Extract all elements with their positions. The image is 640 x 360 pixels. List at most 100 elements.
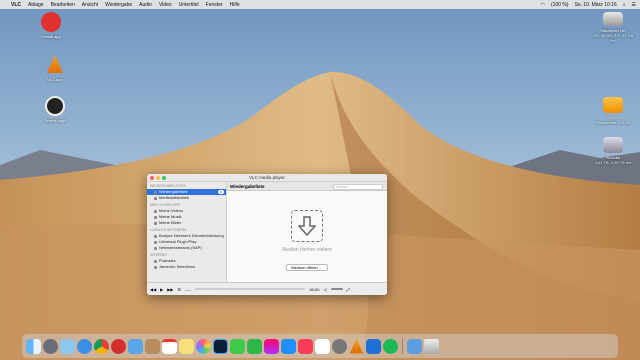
jamendo-icon [154,265,157,269]
playlist-icon [154,190,157,194]
sidebar-section-header: Internet [150,253,168,257]
network-drive-icon [603,137,623,153]
download-arrow-icon [298,216,316,236]
desktop-icon-sublabel: 4,61 TB, 3,35 TB frei [594,160,632,165]
video-icon [154,209,157,213]
play-icon[interactable]: ▶ [160,287,163,292]
sidebar-item-label: Meine Bilder [159,220,182,225]
vlc-sidebar: Wiedergabelisten Wiedergabeliste 0 Medie… [147,182,227,282]
forward-icon[interactable]: ▶▶ [167,287,173,292]
calendar-icon[interactable] [162,338,177,354]
contacts-icon[interactable] [145,338,160,354]
clock[interactable]: So. 10. März 10:16 [574,2,616,8]
menu-hilfe[interactable]: Hilfe [230,2,240,8]
pictures-icon [154,221,157,225]
notification-center-icon[interactable]: ☰ [632,2,636,8]
playlist-title: Wiedergabeliste [230,184,265,189]
desktop-icon-label: Vivaldi.app [41,34,61,39]
battery-status[interactable]: (100 %) [551,2,569,8]
reminders-icon[interactable] [315,338,330,354]
menu-bar: VLC Ablage Bearbeiten Ansicht Wiedergabe… [0,0,640,9]
launchpad-icon[interactable] [43,338,58,354]
desktop-icon-vlc[interactable]: VLC.app [32,55,78,82]
photoshop-icon[interactable] [213,338,228,354]
system-preferences-icon[interactable] [332,338,347,354]
drop-zone[interactable] [291,210,323,242]
search-input[interactable]: Suchen [333,183,383,190]
icloud-icon[interactable] [60,338,75,354]
network-icon [154,234,157,238]
sidebar-item-label: Medienbibliothek [159,195,190,200]
facetime-icon[interactable] [247,338,262,354]
open-media-button[interactable]: Medium öffnen … [286,264,328,271]
sidebar-item-label: Netzwerkstreams (SAP) [159,245,202,250]
menu-wiedergabe[interactable]: Wiedergabe [105,2,132,8]
phone-icon [45,96,65,116]
vlc-cone-icon [47,55,63,73]
menu-app-name[interactable]: VLC [11,2,21,8]
playlist-area[interactable]: Wiedergabeliste Suchen Medien hierher zi… [227,182,387,282]
desktop-icon-sublabel: 499,96 GB, 371,31 GB frei [592,33,634,43]
desktop-icon-label: VLC.app [47,77,63,82]
spotify-icon[interactable] [383,338,398,354]
playback-controls: ◀◀ ▶ ▶▶ ☰ --:-- 00:00 ◁ ⤢ [147,282,387,295]
zoom-button[interactable] [162,176,166,180]
network-icon [154,240,157,244]
sidebar-section-header: Wiedergabelisten [150,184,186,188]
time-elapsed: --:-- [184,286,192,292]
volume-slider[interactable] [330,288,343,290]
desktop-icon-macintosh-hd[interactable]: Macintosh HD 499,96 GB, 371,31 GB frei [590,12,636,43]
menu-bearbeiten[interactable]: Bearbeiten [51,2,75,8]
wifi-icon[interactable]: ◠ [541,2,545,8]
desktop-icon-vivaldi[interactable]: Vivaldi.app [28,12,74,39]
music-icon [154,215,157,219]
progress-slider[interactable] [195,288,306,290]
volume-icon[interactable]: ◁ [323,287,326,292]
close-button[interactable] [150,176,154,180]
keynote-icon[interactable] [366,338,381,354]
hard-drive-icon [603,12,623,26]
dock-separator [402,338,403,354]
time-total: 00:00 [309,286,320,292]
sidebar-item-jamendo[interactable]: Jamendo Selections [147,264,226,270]
menu-fenster[interactable]: Fenster [206,2,223,8]
menu-ablage[interactable]: Ablage [28,2,44,8]
desktop-icon-vlc-volume[interactable]: VLC Programme, 0,5 GB [590,97,636,125]
rewind-icon[interactable]: ◀◀ [150,287,156,292]
menu-ansicht[interactable]: Ansicht [82,2,98,8]
safari-icon[interactable] [77,338,92,354]
fullscreen-icon[interactable]: ⤢ [347,287,350,292]
count-badge: 0 [218,190,224,194]
playlist-header: Wiedergabeliste Suchen [227,182,387,191]
mail-icon[interactable] [128,338,143,354]
desktop-icon-telefon[interactable]: Telefon.app [32,96,78,123]
notes-icon[interactable] [179,338,194,354]
messages-icon[interactable] [230,338,245,354]
vivaldi-icon [41,12,61,32]
menu-audio[interactable]: Audio [139,2,152,8]
chrome-icon[interactable] [94,338,109,354]
opera-icon[interactable] [111,338,126,354]
itunes-icon[interactable] [264,338,279,354]
finder-icon[interactable] [26,338,41,354]
desktop-icon-label: Telefon.app [44,118,66,123]
menu-video[interactable]: Video [159,2,172,8]
downloads-stack-icon[interactable] [407,338,422,354]
network-icon [154,246,157,250]
desktop-icon-youtube[interactable]: Youtube 4,61 TB, 3,35 TB frei [590,137,636,165]
music-icon[interactable] [298,338,313,354]
library-icon [154,196,157,200]
podcast-icon [154,259,157,263]
trash-icon[interactable] [424,338,439,354]
playlist-toggle-icon[interactable]: ☰ [177,287,181,292]
orange-drive-icon [603,97,623,113]
photos-icon[interactable] [196,338,211,354]
search-icon[interactable]: ⌕ [623,2,626,8]
app-store-icon[interactable] [281,338,296,354]
minimize-button[interactable] [156,176,160,180]
vlc-title-bar[interactable]: VLC media player [147,174,387,182]
vlc-dock-icon[interactable] [349,338,364,354]
menu-untertitel[interactable]: Untertitel [179,2,199,8]
drop-hint: Medien hierher ziehen [282,247,332,253]
vlc-window: VLC media player Wiedergabelisten Wieder… [147,174,387,295]
